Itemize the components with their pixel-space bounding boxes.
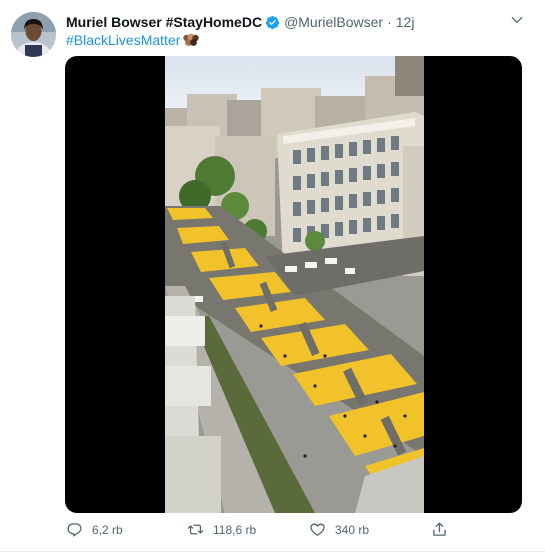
heart-icon (310, 523, 325, 536)
hashtag-link[interactable]: #BlackLivesMatter (66, 31, 180, 49)
video-frame (165, 56, 424, 513)
reply-icon (67, 523, 82, 537)
retweet-icon (187, 524, 204, 535)
reply-button[interactable]: 6,2 rb (66, 521, 123, 538)
street-aerial-video-still (165, 56, 424, 513)
reply-count: 6,2 rb (92, 522, 123, 537)
tweet-text: #BlackLivesMatter (66, 31, 200, 49)
retweet-count: 118,6 rb (213, 522, 257, 537)
verified-badge-icon (265, 15, 280, 29)
like-button[interactable]: 340 rb (309, 521, 369, 538)
raised-fists-emoji-icon (183, 33, 200, 46)
like-count: 340 rb (335, 522, 370, 537)
chevron-down-icon[interactable] (509, 12, 525, 28)
separator-dot: · (387, 14, 392, 30)
tweet-actions: 6,2 rb 118,6 rb 340 rb (66, 521, 458, 543)
tweet-card[interactable]: Muriel Bowser #StayHomeDC @MurielBowser … (0, 0, 545, 552)
share-button[interactable] (431, 521, 457, 538)
author-name[interactable]: Muriel Bowser #StayHomeDC (66, 14, 262, 30)
retweet-button[interactable]: 118,6 rb (187, 521, 256, 538)
tweet-timestamp[interactable]: 12j (396, 14, 415, 30)
share-icon (433, 522, 446, 536)
tweet-header: Muriel Bowser #StayHomeDC @MurielBowser … (66, 12, 505, 32)
video-player[interactable] (65, 56, 522, 513)
avatar[interactable] (11, 12, 56, 57)
author-handle[interactable]: @MurielBowser (284, 14, 383, 30)
